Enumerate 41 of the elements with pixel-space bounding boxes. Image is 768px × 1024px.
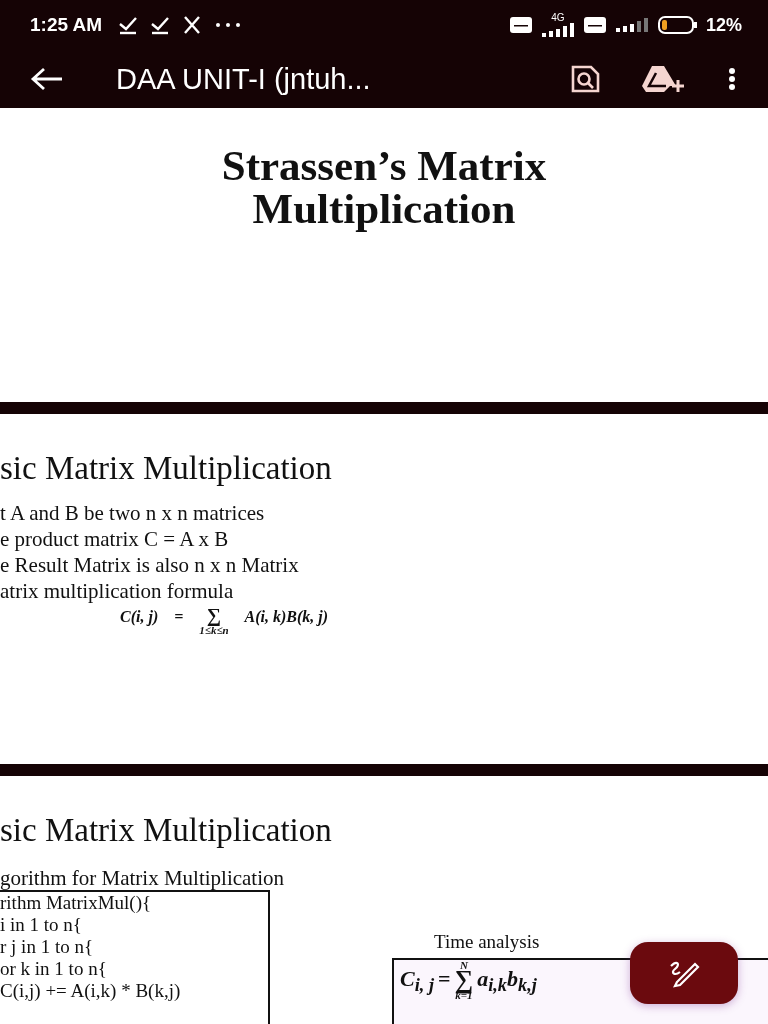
document-search-icon: [570, 65, 600, 93]
download-done-icon: [150, 15, 171, 35]
formula-rhs: A(i, k)B(k, j): [244, 607, 329, 628]
code-line: i in 1 to n{: [0, 914, 83, 936]
formula-lhs: C$_{i, j}$: [400, 965, 435, 998]
document-title: DAA UNIT-I (jntuh...: [116, 62, 372, 96]
formula-lhs: C(i, j): [120, 607, 159, 628]
drive-add-icon: [642, 64, 686, 94]
formula-equals: =: [174, 607, 184, 627]
formula-rhs: a$_{i,k}$b$_{k,j}$: [477, 965, 537, 998]
slide-text: atrix multiplication formula: [0, 578, 235, 604]
volte-icon: [509, 17, 532, 33]
signal-bars-icon: [613, 18, 650, 32]
battery-icon: [657, 16, 698, 34]
signal-bars-icon: [539, 23, 576, 37]
sum-symbol: ∑: [206, 606, 222, 624]
slide-heading: sic Matrix Multiplication: [0, 811, 333, 850]
slide-text: e Result Matrix is also n x n Matrix: [0, 552, 300, 578]
code-line: or k in 1 to n{: [0, 958, 108, 980]
slide-text: t A and B be two n x n matrices: [0, 500, 266, 526]
code-line: C(i,j) += A(i,k) * B(k,j): [0, 980, 182, 1002]
volte-icon: [583, 17, 606, 33]
formula-equals: =: [438, 965, 451, 993]
more-vertical-icon: [728, 67, 736, 91]
sum-upper-limit: N: [459, 960, 468, 970]
slide-text: e product matrix C = A x B: [0, 526, 230, 552]
back-arrow-icon: [30, 67, 64, 91]
annotate-button[interactable]: [630, 942, 738, 1004]
network-type: 4G: [551, 13, 565, 23]
slide-text: gorithm for Matrix Multiplication: [0, 866, 286, 890]
x-letter-icon: [182, 15, 203, 35]
slide-title: Multiplication: [251, 187, 517, 230]
code-line: rithm MatrixMul(){: [0, 892, 153, 914]
time-analysis-label: Time analysis: [434, 930, 541, 954]
slide-heading: sic Matrix Multiplication: [0, 449, 333, 488]
slide-title: Strassen’s Matrix: [220, 144, 548, 187]
download-done-icon: [118, 15, 139, 35]
more-dots-icon: [214, 21, 243, 29]
code-line: r j in 1 to n{: [0, 936, 95, 958]
status-time: 1:25 AM: [30, 14, 103, 36]
battery-percent: 12%: [705, 14, 742, 36]
